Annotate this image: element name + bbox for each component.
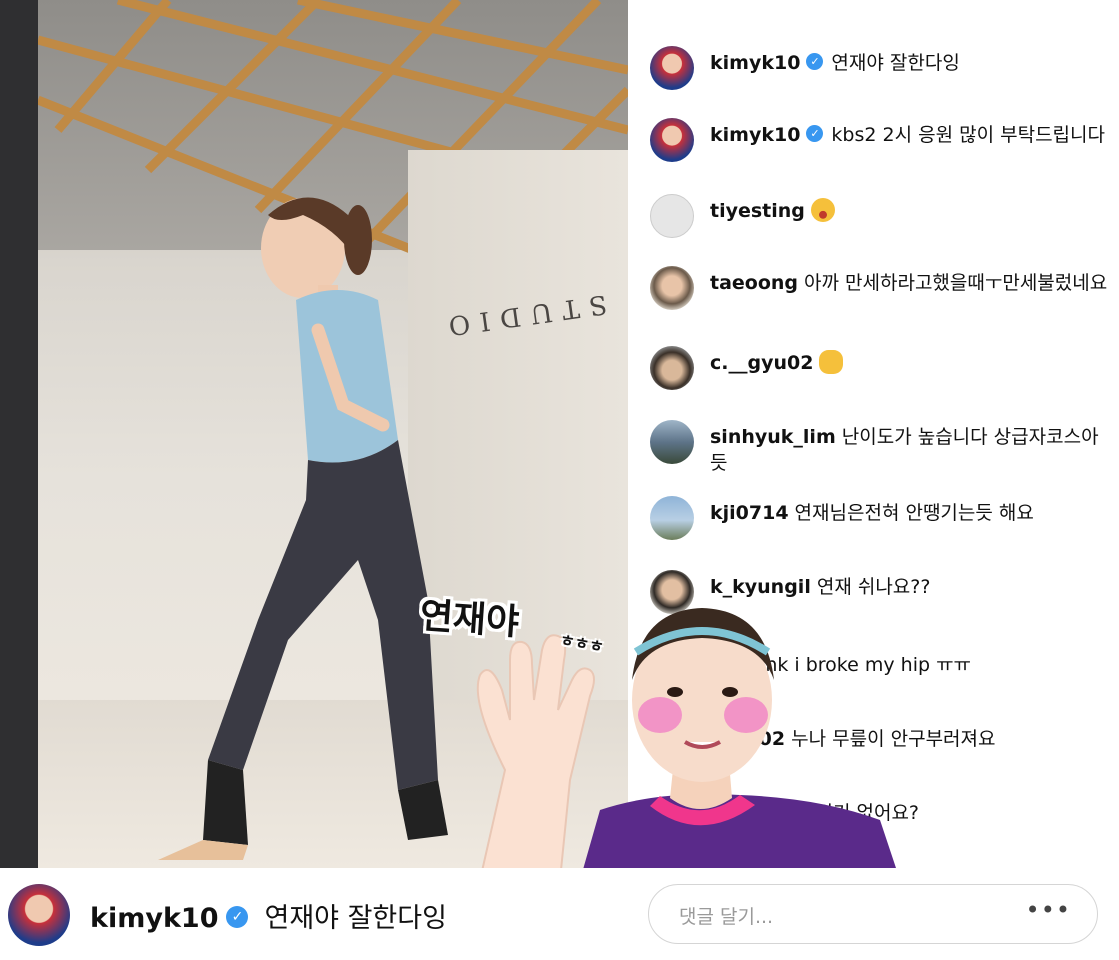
comment-text: 아까 만세하라고했을때ㅜ만세불렀네요 bbox=[804, 272, 1108, 294]
post-caption-text: 연재야 잘한다잉 bbox=[264, 903, 447, 934]
comment-item: kji0714 연재님은전혀 안땡기는듯 해요 bbox=[650, 496, 1110, 540]
heart-eyes-emoji-icon bbox=[810, 197, 835, 222]
comment-username[interactable]: sinhyuk_lim bbox=[710, 426, 836, 448]
comment-item: kimyk10 ✓ kbs2 2시 응원 많이 부탁드립니다 bbox=[650, 118, 1110, 162]
verified-badge-icon: ✓ bbox=[806, 125, 824, 142]
comment-input[interactable]: 댓글 달기... ••• bbox=[648, 884, 1098, 944]
comment-username[interactable]: kji0714 bbox=[710, 502, 789, 524]
verified-badge-icon: ✓ bbox=[806, 53, 824, 70]
comment-username[interactable]: taeoong bbox=[710, 272, 798, 294]
avatar[interactable] bbox=[650, 194, 694, 238]
comment-item: taeoong 아까 만세하라고했을때ㅜ만세불렀네요 bbox=[650, 266, 1110, 310]
comment-text: kbs2 2시 응원 많이 부탁드립니다 bbox=[831, 124, 1105, 146]
comment-item: c.__gyu02 bbox=[650, 346, 1110, 390]
post-username[interactable]: kimyk10 bbox=[90, 903, 218, 934]
avatar[interactable] bbox=[650, 420, 694, 464]
comment-username[interactable]: tiyesting bbox=[710, 200, 805, 222]
comment-text: 연재님은전혀 안땡기는듯 해요 bbox=[794, 502, 1034, 524]
avatar[interactable] bbox=[650, 346, 694, 390]
verified-badge-icon: ✓ bbox=[226, 905, 249, 928]
avatar[interactable] bbox=[650, 266, 694, 310]
comment-item: kimyk10 ✓ 연재야 잘한다잉 bbox=[650, 46, 1110, 90]
comment-username[interactable]: kimyk10 bbox=[710, 52, 800, 74]
comment-item: sinhyuk_lim 난이도가 높습니다 상급자코스아듯 bbox=[650, 420, 1110, 476]
avatar[interactable] bbox=[650, 46, 694, 90]
post-caption: kimyk10 ✓ 연재야 잘한다잉 bbox=[90, 896, 447, 935]
clap-emoji-icon bbox=[819, 349, 844, 374]
avatar[interactable] bbox=[650, 496, 694, 540]
comment-placeholder: 댓글 달기... bbox=[679, 906, 774, 928]
comment-text: 연재야 잘한다잉 bbox=[831, 52, 960, 74]
post-caption-bar: kimyk10 ✓ 연재야 잘한다잉 댓글 달기... ••• bbox=[0, 868, 1119, 960]
left-border bbox=[0, 0, 38, 880]
more-options-icon[interactable]: ••• bbox=[1026, 896, 1071, 924]
comment-item: tiyesting bbox=[650, 194, 1110, 238]
comment-username[interactable]: kimyk10 bbox=[710, 124, 800, 146]
comment-username[interactable]: c.__gyu02 bbox=[710, 352, 813, 374]
overlay-caption: 연재야 bbox=[418, 595, 521, 644]
avatar[interactable] bbox=[650, 118, 694, 162]
avatar[interactable] bbox=[8, 884, 70, 946]
